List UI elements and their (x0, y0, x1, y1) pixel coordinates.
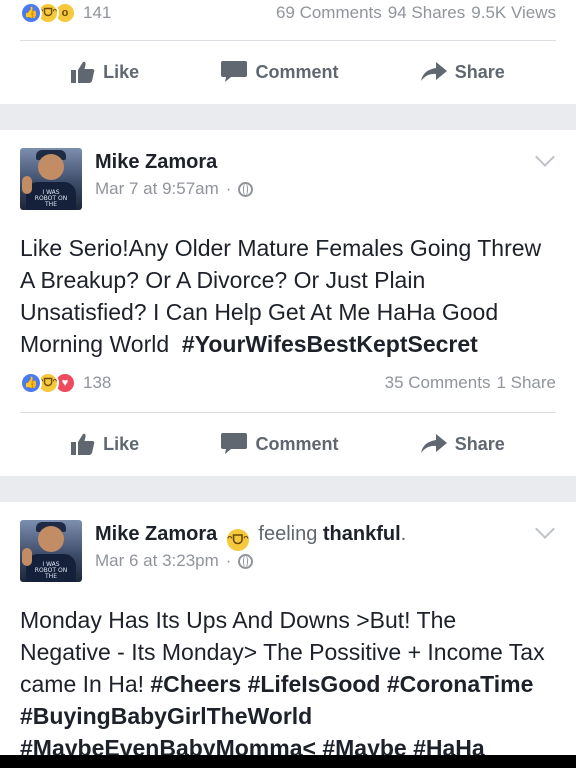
author-line: Mike Zamora (95, 148, 217, 176)
like-label: Like (103, 433, 140, 454)
like-button[interactable]: Like (71, 433, 139, 455)
engagement-meta: 35 Comments 1 Share (385, 373, 556, 393)
hashtag[interactable]: #Cheers (150, 671, 241, 697)
reaction-stats-row: 👍 ᵔᗜᵔ o 141 69 Comments 94 Shares 9.5K V… (20, 0, 556, 26)
like-label: Like (103, 61, 140, 82)
smiley-face-icon: ᵔᗜᵔ (226, 529, 249, 551)
action-bar: Like Comment Share (0, 428, 576, 460)
share-arrow-icon (420, 434, 447, 453)
divider (20, 412, 556, 413)
post-card-3: I WAS ROBOT ON THE Mike Zamora ᵔᗜᵔ feeli… (0, 502, 576, 768)
feeling-word[interactable]: thankful (323, 523, 401, 545)
chevron-down-icon[interactable] (535, 147, 555, 167)
post-card-2: I WAS ROBOT ON THE Mike Zamora Mar 7 at … (0, 130, 576, 476)
hand-shape (22, 548, 32, 566)
engagement-meta: 69 Comments 94 Shares 9.5K Views (276, 3, 556, 23)
reaction-summary[interactable]: 👍 ᵔᗜᵔ o 141 (20, 2, 111, 24)
avatar[interactable]: I WAS ROBOT ON THE (20, 148, 82, 210)
shirt-text: I WAS ROBOT ON THE (34, 561, 68, 580)
share-button[interactable]: Share (420, 61, 505, 83)
author-line: Mike Zamora ᵔᗜᵔ feeling thankful. (95, 520, 406, 551)
divider (20, 40, 556, 41)
hashtag[interactable]: #CoronaTime (387, 671, 534, 697)
thumbs-up-icon: 👍 (20, 2, 42, 24)
shirt-text: I WAS ROBOT ON THE (34, 189, 68, 208)
hashtag[interactable]: #BuyingBabyGirlTheWorld (20, 703, 312, 729)
separator-dot: · (225, 179, 232, 198)
post-date-line: Mar 7 at 9:57am · (95, 179, 254, 199)
like-button[interactable]: Like (71, 61, 139, 83)
share-arrow-icon (420, 62, 447, 81)
comment-label: Comment (255, 433, 339, 454)
thumbs-up-icon (71, 61, 95, 83)
author-name[interactable]: Mike Zamora (95, 523, 217, 545)
hashtag[interactable]: #LifeIsGood (248, 671, 381, 697)
share-button[interactable]: Share (420, 433, 505, 455)
reaction-count: 141 (83, 3, 112, 22)
comment-button[interactable]: Comment (221, 433, 338, 455)
head-shape (38, 154, 64, 180)
post-body: Like Serio!Any Older Mature Females Goin… (20, 232, 550, 360)
avatar[interactable]: I WAS ROBOT ON THE (20, 520, 82, 582)
share-label: Share (454, 61, 505, 82)
reaction-stats-row: 👍 ᵔᗜᵔ ♥ 138 35 Comments 1 Share (20, 370, 556, 396)
post-header: I WAS ROBOT ON THE Mike Zamora Mar 7 at … (20, 147, 556, 212)
separator-dot: · (225, 551, 232, 570)
speech-bubble-icon (221, 433, 248, 454)
thumbs-up-icon: 👍 (20, 372, 42, 394)
comments-count[interactable]: 35 Comments (385, 373, 491, 393)
feeling-suffix: . (400, 523, 407, 545)
comment-button[interactable]: Comment (221, 61, 338, 83)
globe-icon (238, 181, 254, 197)
reaction-count: 138 (83, 373, 112, 392)
share-label: Share (454, 433, 505, 454)
speech-bubble-icon (221, 61, 248, 82)
comment-label: Comment (255, 61, 339, 82)
head-shape (38, 526, 64, 552)
hand-shape (22, 176, 32, 194)
globe-icon (238, 553, 254, 569)
thumbs-up-icon (71, 433, 95, 455)
chevron-down-icon[interactable] (535, 519, 555, 539)
comments-count[interactable]: 69 Comments (276, 3, 382, 23)
post-header: I WAS ROBOT ON THE Mike Zamora ᵔᗜᵔ feeli… (20, 519, 556, 584)
post-card-1: 👍 ᵔᗜᵔ o 141 69 Comments 94 Shares 9.5K V… (0, 0, 576, 104)
action-bar: Like Comment Share (0, 56, 576, 88)
hashtag[interactable]: #YourWifesBestKeptSecret (182, 331, 478, 357)
post-date[interactable]: Mar 7 at 9:57am (95, 179, 219, 199)
post-date-line: Mar 6 at 3:23pm · (95, 551, 254, 571)
bottom-edge-bar (0, 755, 576, 768)
reaction-summary[interactable]: 👍 ᵔᗜᵔ ♥ 138 (20, 372, 111, 394)
author-name[interactable]: Mike Zamora (95, 151, 217, 173)
post-date[interactable]: Mar 6 at 3:23pm (95, 551, 219, 571)
shares-count[interactable]: 94 Shares (388, 3, 466, 23)
post-body: Monday Has Its Ups And Downs >But! The N… (20, 604, 550, 764)
views-count: 9.5K Views (471, 3, 556, 22)
shares-count[interactable]: 1 Share (496, 373, 556, 393)
feeling-prefix: feeling (258, 523, 318, 545)
